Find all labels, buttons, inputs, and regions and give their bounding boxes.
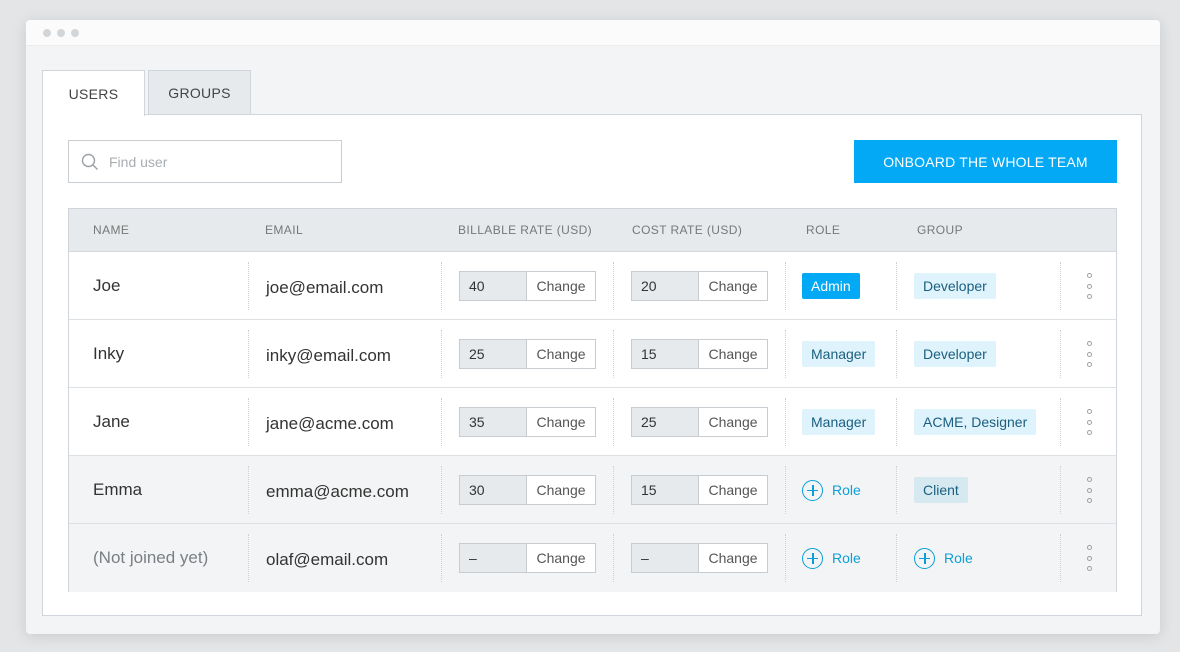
cost-rate-value[interactable]: – bbox=[632, 544, 699, 572]
plus-circle-icon bbox=[802, 479, 823, 501]
change-cost-rate-button[interactable]: Change bbox=[699, 272, 767, 300]
change-cost-rate-button[interactable]: Change bbox=[699, 544, 767, 572]
billable-rate-field: 30 Change bbox=[459, 475, 596, 505]
group-badge[interactable]: ACME, Designer bbox=[914, 409, 1037, 435]
cost-rate-field: – Change bbox=[631, 543, 768, 573]
role-badge-admin[interactable]: Admin bbox=[802, 273, 860, 299]
cost-rate-field: 25 Change bbox=[631, 407, 768, 437]
plus-circle-icon bbox=[914, 547, 935, 569]
search-box[interactable] bbox=[68, 140, 342, 183]
add-role-label: Role bbox=[832, 550, 861, 566]
column-header-email[interactable]: EMAIL bbox=[265, 209, 303, 252]
table-row[interactable]: (Not joined yet) olaf@email.com – Change… bbox=[69, 524, 1116, 592]
add-group-label: Role bbox=[944, 550, 973, 566]
add-role-label: Role bbox=[832, 482, 861, 498]
plus-circle-icon bbox=[802, 547, 823, 569]
billable-rate-value[interactable]: – bbox=[460, 544, 527, 572]
table-row[interactable]: Inky inky@email.com 25 Change 15 Change bbox=[69, 320, 1116, 388]
window-dot-icon[interactable] bbox=[57, 29, 65, 37]
window-dot-icon[interactable] bbox=[71, 29, 79, 37]
billable-rate-field: – Change bbox=[459, 543, 596, 573]
column-header-billable-rate[interactable]: BILLABLE RATE (USD) bbox=[458, 209, 592, 252]
add-group-button[interactable]: Role bbox=[914, 547, 973, 569]
add-role-button[interactable]: Role bbox=[802, 479, 861, 501]
column-header-group[interactable]: GROUP bbox=[917, 209, 963, 252]
change-cost-rate-button[interactable]: Change bbox=[699, 476, 767, 504]
group-badge[interactable]: Client bbox=[914, 477, 968, 503]
user-name: Emma bbox=[93, 480, 143, 499]
change-billable-rate-button[interactable]: Change bbox=[527, 340, 595, 368]
group-badge[interactable]: Developer bbox=[914, 273, 996, 299]
user-name: (Not joined yet) bbox=[93, 548, 209, 567]
window-titlebar bbox=[26, 20, 1160, 46]
more-options-icon[interactable] bbox=[1084, 341, 1094, 367]
column-header-cost-rate[interactable]: COST RATE (USD) bbox=[632, 209, 742, 252]
change-billable-rate-button[interactable]: Change bbox=[527, 544, 595, 572]
user-name: Inky bbox=[93, 344, 125, 363]
more-options-icon[interactable] bbox=[1084, 545, 1094, 571]
table-header: NAME EMAIL BILLABLE RATE (USD) COST RATE… bbox=[69, 209, 1116, 252]
billable-rate-value[interactable]: 25 bbox=[460, 340, 527, 368]
search-input[interactable] bbox=[109, 153, 329, 170]
billable-rate-value[interactable]: 35 bbox=[460, 408, 527, 436]
change-cost-rate-button[interactable]: Change bbox=[699, 340, 767, 368]
more-options-icon[interactable] bbox=[1084, 409, 1094, 435]
change-billable-rate-button[interactable]: Change bbox=[527, 408, 595, 436]
user-name: Joe bbox=[93, 276, 121, 295]
role-badge-manager[interactable]: Manager bbox=[802, 409, 876, 435]
cost-rate-field: 20 Change bbox=[631, 271, 768, 301]
user-name: Jane bbox=[93, 412, 130, 431]
change-billable-rate-button[interactable]: Change bbox=[527, 476, 595, 504]
cost-rate-field: 15 Change bbox=[631, 339, 768, 369]
add-role-button[interactable]: Role bbox=[802, 547, 861, 569]
cost-rate-value[interactable]: 15 bbox=[632, 340, 699, 368]
user-email: emma@acme.com bbox=[266, 482, 409, 501]
group-badge[interactable]: Developer bbox=[914, 341, 996, 367]
table-row[interactable]: Joe joe@email.com 40 Change 20 Change Ad… bbox=[69, 252, 1116, 320]
app-window: USERS GROUPS ONBOARD THE WHOLE TEAM NAME… bbox=[26, 20, 1160, 634]
change-billable-rate-button[interactable]: Change bbox=[527, 272, 595, 300]
user-email: olaf@email.com bbox=[266, 550, 389, 569]
search-icon bbox=[81, 153, 98, 170]
role-badge-manager[interactable]: Manager bbox=[802, 341, 876, 367]
table-row[interactable]: Jane jane@acme.com 35 Change 25 Change M… bbox=[69, 388, 1116, 456]
tab-groups[interactable]: GROUPS bbox=[148, 70, 251, 115]
more-options-icon[interactable] bbox=[1084, 477, 1094, 503]
cost-rate-field: 15 Change bbox=[631, 475, 768, 505]
tab-users[interactable]: USERS bbox=[42, 70, 145, 116]
cost-rate-value[interactable]: 15 bbox=[632, 476, 699, 504]
billable-rate-field: 35 Change bbox=[459, 407, 596, 437]
more-options-icon[interactable] bbox=[1084, 273, 1094, 299]
user-email: joe@email.com bbox=[266, 278, 384, 297]
window-dot-icon[interactable] bbox=[43, 29, 51, 37]
billable-rate-value[interactable]: 40 bbox=[460, 272, 527, 300]
cost-rate-value[interactable]: 20 bbox=[632, 272, 699, 300]
column-header-role[interactable]: ROLE bbox=[806, 209, 840, 252]
table-row[interactable]: Emma emma@acme.com 30 Change 15 Change R… bbox=[69, 456, 1116, 524]
change-cost-rate-button[interactable]: Change bbox=[699, 408, 767, 436]
user-email: inky@email.com bbox=[266, 346, 391, 365]
billable-rate-field: 40 Change bbox=[459, 271, 596, 301]
users-table: NAME EMAIL BILLABLE RATE (USD) COST RATE… bbox=[68, 208, 1117, 592]
column-header-name[interactable]: NAME bbox=[93, 209, 129, 252]
cost-rate-value[interactable]: 25 bbox=[632, 408, 699, 436]
onboard-team-button[interactable]: ONBOARD THE WHOLE TEAM bbox=[854, 140, 1117, 183]
users-panel: ONBOARD THE WHOLE TEAM NAME EMAIL BILLAB… bbox=[42, 114, 1142, 616]
user-email: jane@acme.com bbox=[266, 414, 394, 433]
billable-rate-field: 25 Change bbox=[459, 339, 596, 369]
billable-rate-value[interactable]: 30 bbox=[460, 476, 527, 504]
